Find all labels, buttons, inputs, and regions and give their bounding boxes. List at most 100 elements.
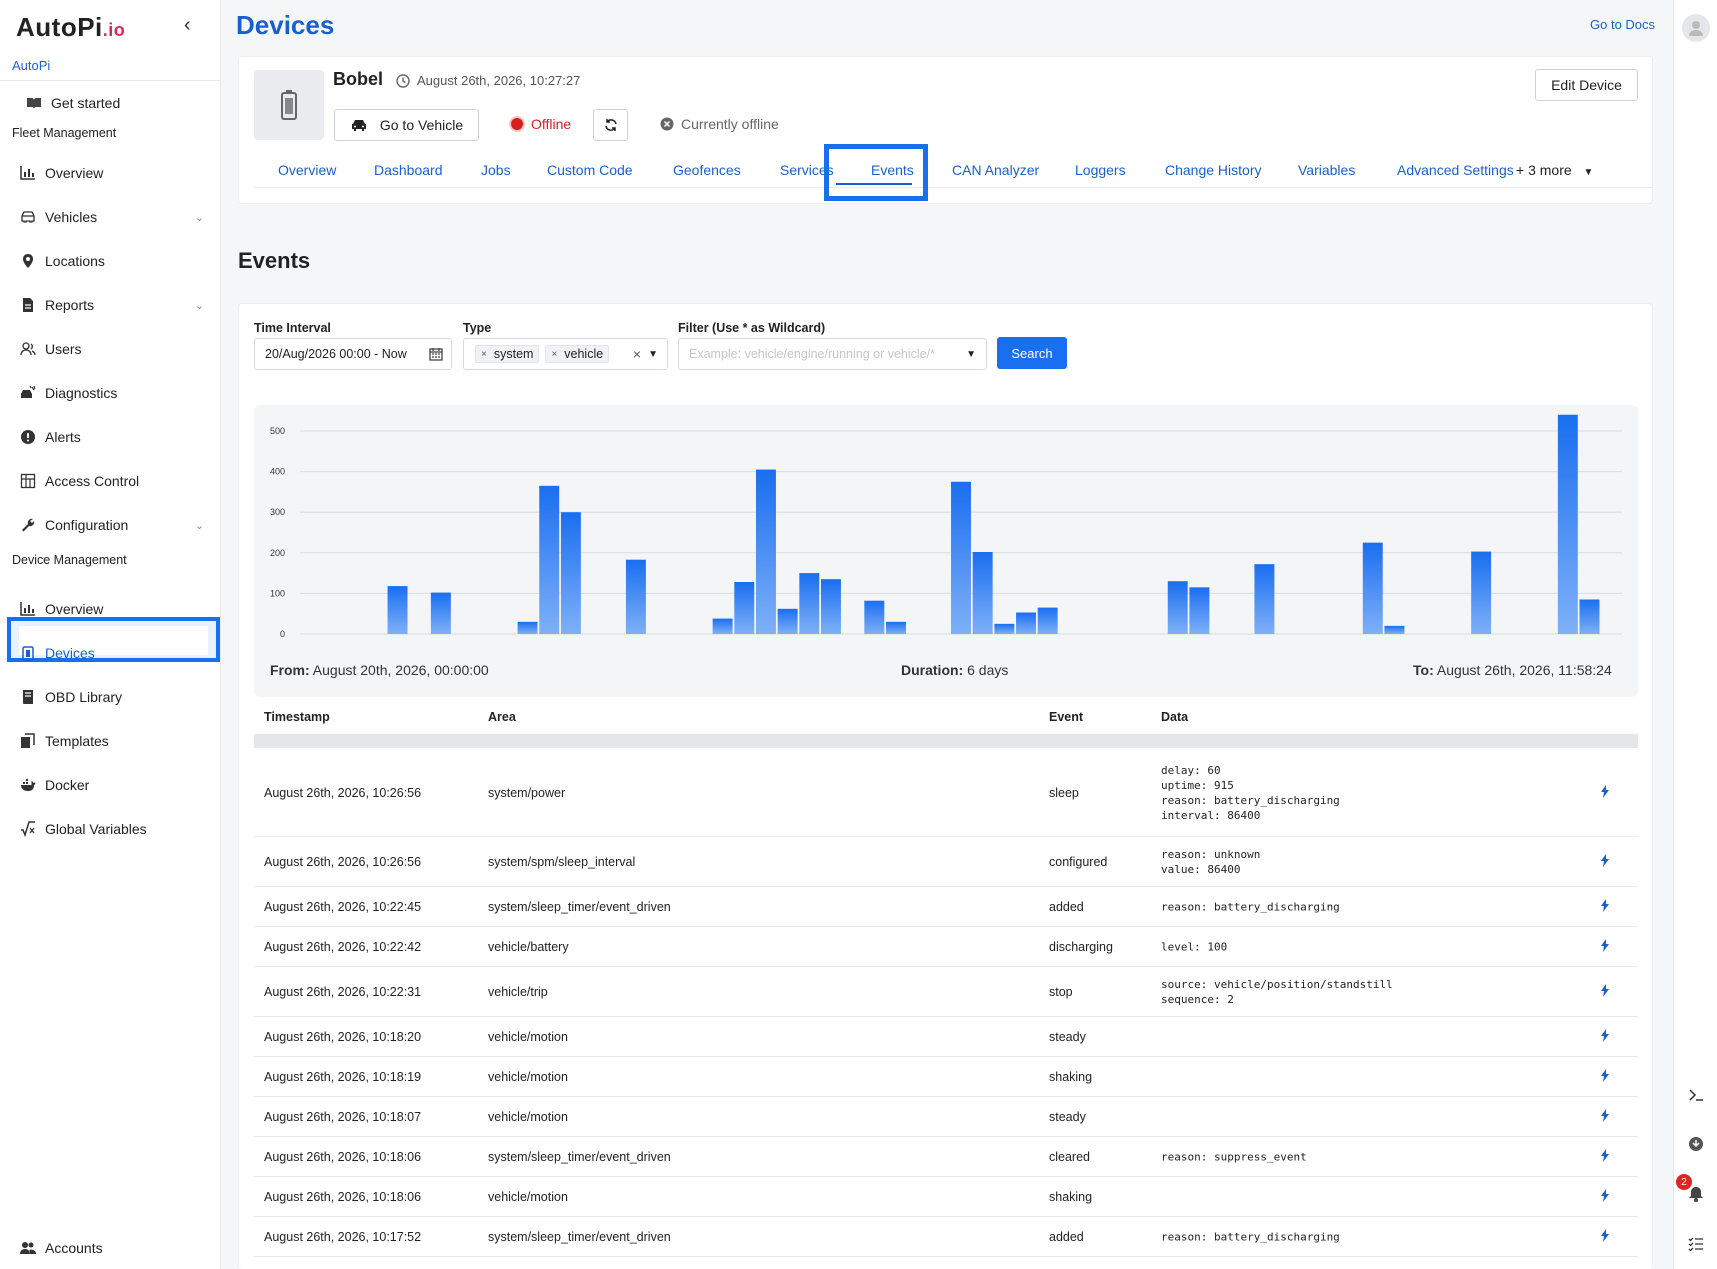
sidebar-item-configuration[interactable]: Configuration ⌄ xyxy=(20,510,204,540)
lightning-icon[interactable] xyxy=(1600,1108,1610,1125)
lightning-icon[interactable] xyxy=(1600,1068,1610,1085)
lightning-icon[interactable] xyxy=(1600,853,1610,870)
events-title: Events xyxy=(238,248,311,273)
clear-icon[interactable]: × xyxy=(633,346,641,362)
edit-device-button[interactable]: Edit Device xyxy=(1535,69,1638,101)
tab-can-analyzer[interactable]: CAN Analyzer xyxy=(952,162,1039,178)
checklist-icon[interactable] xyxy=(1686,1234,1706,1254)
sidebar-item-alerts[interactable]: Alerts xyxy=(20,422,204,452)
lightning-icon[interactable] xyxy=(1600,1028,1610,1045)
tab-loggers[interactable]: Loggers xyxy=(1075,162,1126,178)
collapse-sidebar-icon[interactable]: ‹ xyxy=(184,14,191,37)
sidebar-item-obd-library[interactable]: OBD Library xyxy=(20,682,204,712)
time-interval-input[interactable]: 20/Aug/2026 00:00 - Now xyxy=(254,338,452,370)
table-row[interactable]: August 26th, 2026, 10:18:06 system/sleep_… xyxy=(254,1137,1638,1177)
col-header-timestamp[interactable]: Timestamp xyxy=(264,710,330,724)
tab-more-dropdown[interactable]: + 3 more ▼ xyxy=(1516,162,1593,178)
tab-geofences[interactable]: Geofences xyxy=(673,162,741,178)
lightning-icon[interactable] xyxy=(1600,983,1610,1000)
sidebar-item-label: Global Variables xyxy=(45,821,147,837)
sidebar-item-global-variables[interactable]: Global Variables xyxy=(20,814,204,844)
sidebar-item-docker[interactable]: Docker xyxy=(20,770,204,800)
go-to-vehicle-button[interactable]: Go to Vehicle xyxy=(334,109,479,141)
table-row[interactable]: August 26th, 2026, 10:18:20 vehicle/motio… xyxy=(254,1017,1638,1057)
cell-data: reason: unknown value: 86400 xyxy=(1161,847,1261,876)
chart-bar xyxy=(1557,414,1578,634)
user-avatar[interactable] xyxy=(1682,14,1710,42)
table-row[interactable]: August 26th, 2026, 10:22:31 vehicle/trip s… xyxy=(254,967,1638,1017)
sidebar-item-overview-devices[interactable]: Overview xyxy=(20,594,204,624)
chart-bar xyxy=(951,481,971,634)
filter-input[interactable]: Example: vehicle/engine/running or vehic… xyxy=(678,338,987,370)
table-row[interactable]: August 26th, 2026, 10:22:42 vehicle/batte… xyxy=(254,927,1638,967)
right-rail xyxy=(1673,0,1717,1269)
sidebar: AutoPi.io ‹ AutoPi Get started Fleet Man… xyxy=(0,0,221,1269)
sidebar-item-locations[interactable]: Locations xyxy=(20,246,204,276)
table-row[interactable]: August 26th, 2026, 10:26:56 system/spm/sl… xyxy=(254,837,1638,887)
download-icon[interactable] xyxy=(1686,1134,1706,1154)
y-tick-label: 100 xyxy=(270,588,285,598)
cell-timestamp: August 26th, 2026, 10:18:06 xyxy=(264,1189,422,1204)
lightning-icon[interactable] xyxy=(1600,1228,1610,1245)
chart-bar xyxy=(799,573,820,634)
table-header-bar xyxy=(254,734,1638,748)
sidebar-item-accounts[interactable]: Accounts xyxy=(20,1233,204,1263)
type-chip-vehicle[interactable]: × vehicle xyxy=(545,345,610,363)
terminal-icon[interactable] xyxy=(1686,1085,1706,1105)
tab-dashboard[interactable]: Dashboard xyxy=(374,162,443,178)
copy-icon xyxy=(20,733,36,749)
lightning-icon[interactable] xyxy=(1600,1188,1610,1205)
table-row[interactable]: August 26th, 2026, 10:18:19 vehicle/motio… xyxy=(254,1057,1638,1097)
col-header-area[interactable]: Area xyxy=(488,710,516,724)
calendar-icon xyxy=(429,348,443,361)
device-tabs: Overview Dashboard Jobs Custom Code Geofence… xyxy=(254,158,1653,188)
sidebar-item-diagnostics[interactable]: Diagnostics xyxy=(20,378,204,408)
tab-custom-code[interactable]: Custom Code xyxy=(547,162,633,178)
sidebar-item-devices[interactable]: Devices xyxy=(20,638,204,668)
sidebar-item-reports[interactable]: Reports ⌄ xyxy=(20,290,204,320)
sidebar-item-label: Alerts xyxy=(45,429,81,445)
tab-jobs[interactable]: Jobs xyxy=(481,162,511,178)
table-row[interactable]: August 26th, 2026, 10:26:56 system/power s… xyxy=(254,749,1638,837)
cell-timestamp: August 26th, 2026, 10:17:52 xyxy=(264,1229,422,1244)
chevron-down-icon[interactable]: ▼ xyxy=(648,349,658,360)
type-select[interactable]: × system × vehicle × ▼ xyxy=(463,338,668,370)
autopi-logo[interactable]: AutoPi.io xyxy=(16,12,125,43)
table-row[interactable]: August 26th, 2026, 10:22:45 system/sleep_… xyxy=(254,887,1638,927)
sidebar-item-access-control[interactable]: Access Control xyxy=(20,466,204,496)
refresh-button[interactable] xyxy=(593,109,628,141)
clock-icon xyxy=(396,73,410,88)
lightning-icon[interactable] xyxy=(1600,898,1610,915)
tab-variables[interactable]: Variables xyxy=(1298,162,1355,178)
col-header-data[interactable]: Data xyxy=(1161,710,1188,724)
sidebar-item-label: OBD Library xyxy=(45,689,123,705)
tab-overview[interactable]: Overview xyxy=(278,162,336,178)
table-row[interactable]: August 26th, 2026, 10:18:07 vehicle/motio… xyxy=(254,1097,1638,1137)
bell-icon[interactable] xyxy=(1686,1184,1706,1204)
cell-timestamp: August 26th, 2026, 10:18:19 xyxy=(264,1069,422,1084)
org-name[interactable]: AutoPi xyxy=(12,58,50,73)
go-to-docs-link[interactable]: Go to Docs xyxy=(1590,17,1655,32)
tab-advanced-settings[interactable]: Advanced Settings xyxy=(1397,162,1514,178)
sidebar-item-label: Diagnostics xyxy=(45,385,118,401)
lightning-icon[interactable] xyxy=(1600,938,1610,955)
search-button[interactable]: Search xyxy=(997,337,1067,369)
y-tick-label: 500 xyxy=(270,426,285,436)
lightning-icon[interactable] xyxy=(1600,784,1610,801)
sidebar-item-overview[interactable]: Overview xyxy=(20,158,204,188)
chart-bar xyxy=(387,586,408,634)
sidebar-item-templates[interactable]: Templates xyxy=(20,726,204,756)
tab-change-history[interactable]: Change History xyxy=(1165,162,1262,178)
type-chip-system[interactable]: × system xyxy=(475,345,540,363)
chart-bar xyxy=(560,512,581,634)
sidebar-item-get-started[interactable]: Get started xyxy=(26,88,210,118)
table-row[interactable]: August 26th, 2026, 10:17:52 system/sleep_… xyxy=(254,1217,1638,1257)
chevron-down-icon[interactable]: ▼ xyxy=(966,349,976,360)
col-header-event[interactable]: Event xyxy=(1049,710,1083,724)
sidebar-item-label: Devices xyxy=(45,645,95,661)
table-row[interactable]: August 26th, 2026, 10:18:06 vehicle/motio… xyxy=(254,1177,1638,1217)
sidebar-item-vehicles[interactable]: Vehicles ⌄ xyxy=(20,202,204,232)
lightning-icon[interactable] xyxy=(1600,1148,1610,1165)
cell-area: vehicle/motion xyxy=(488,1029,568,1044)
sidebar-item-users[interactable]: Users xyxy=(20,334,204,364)
